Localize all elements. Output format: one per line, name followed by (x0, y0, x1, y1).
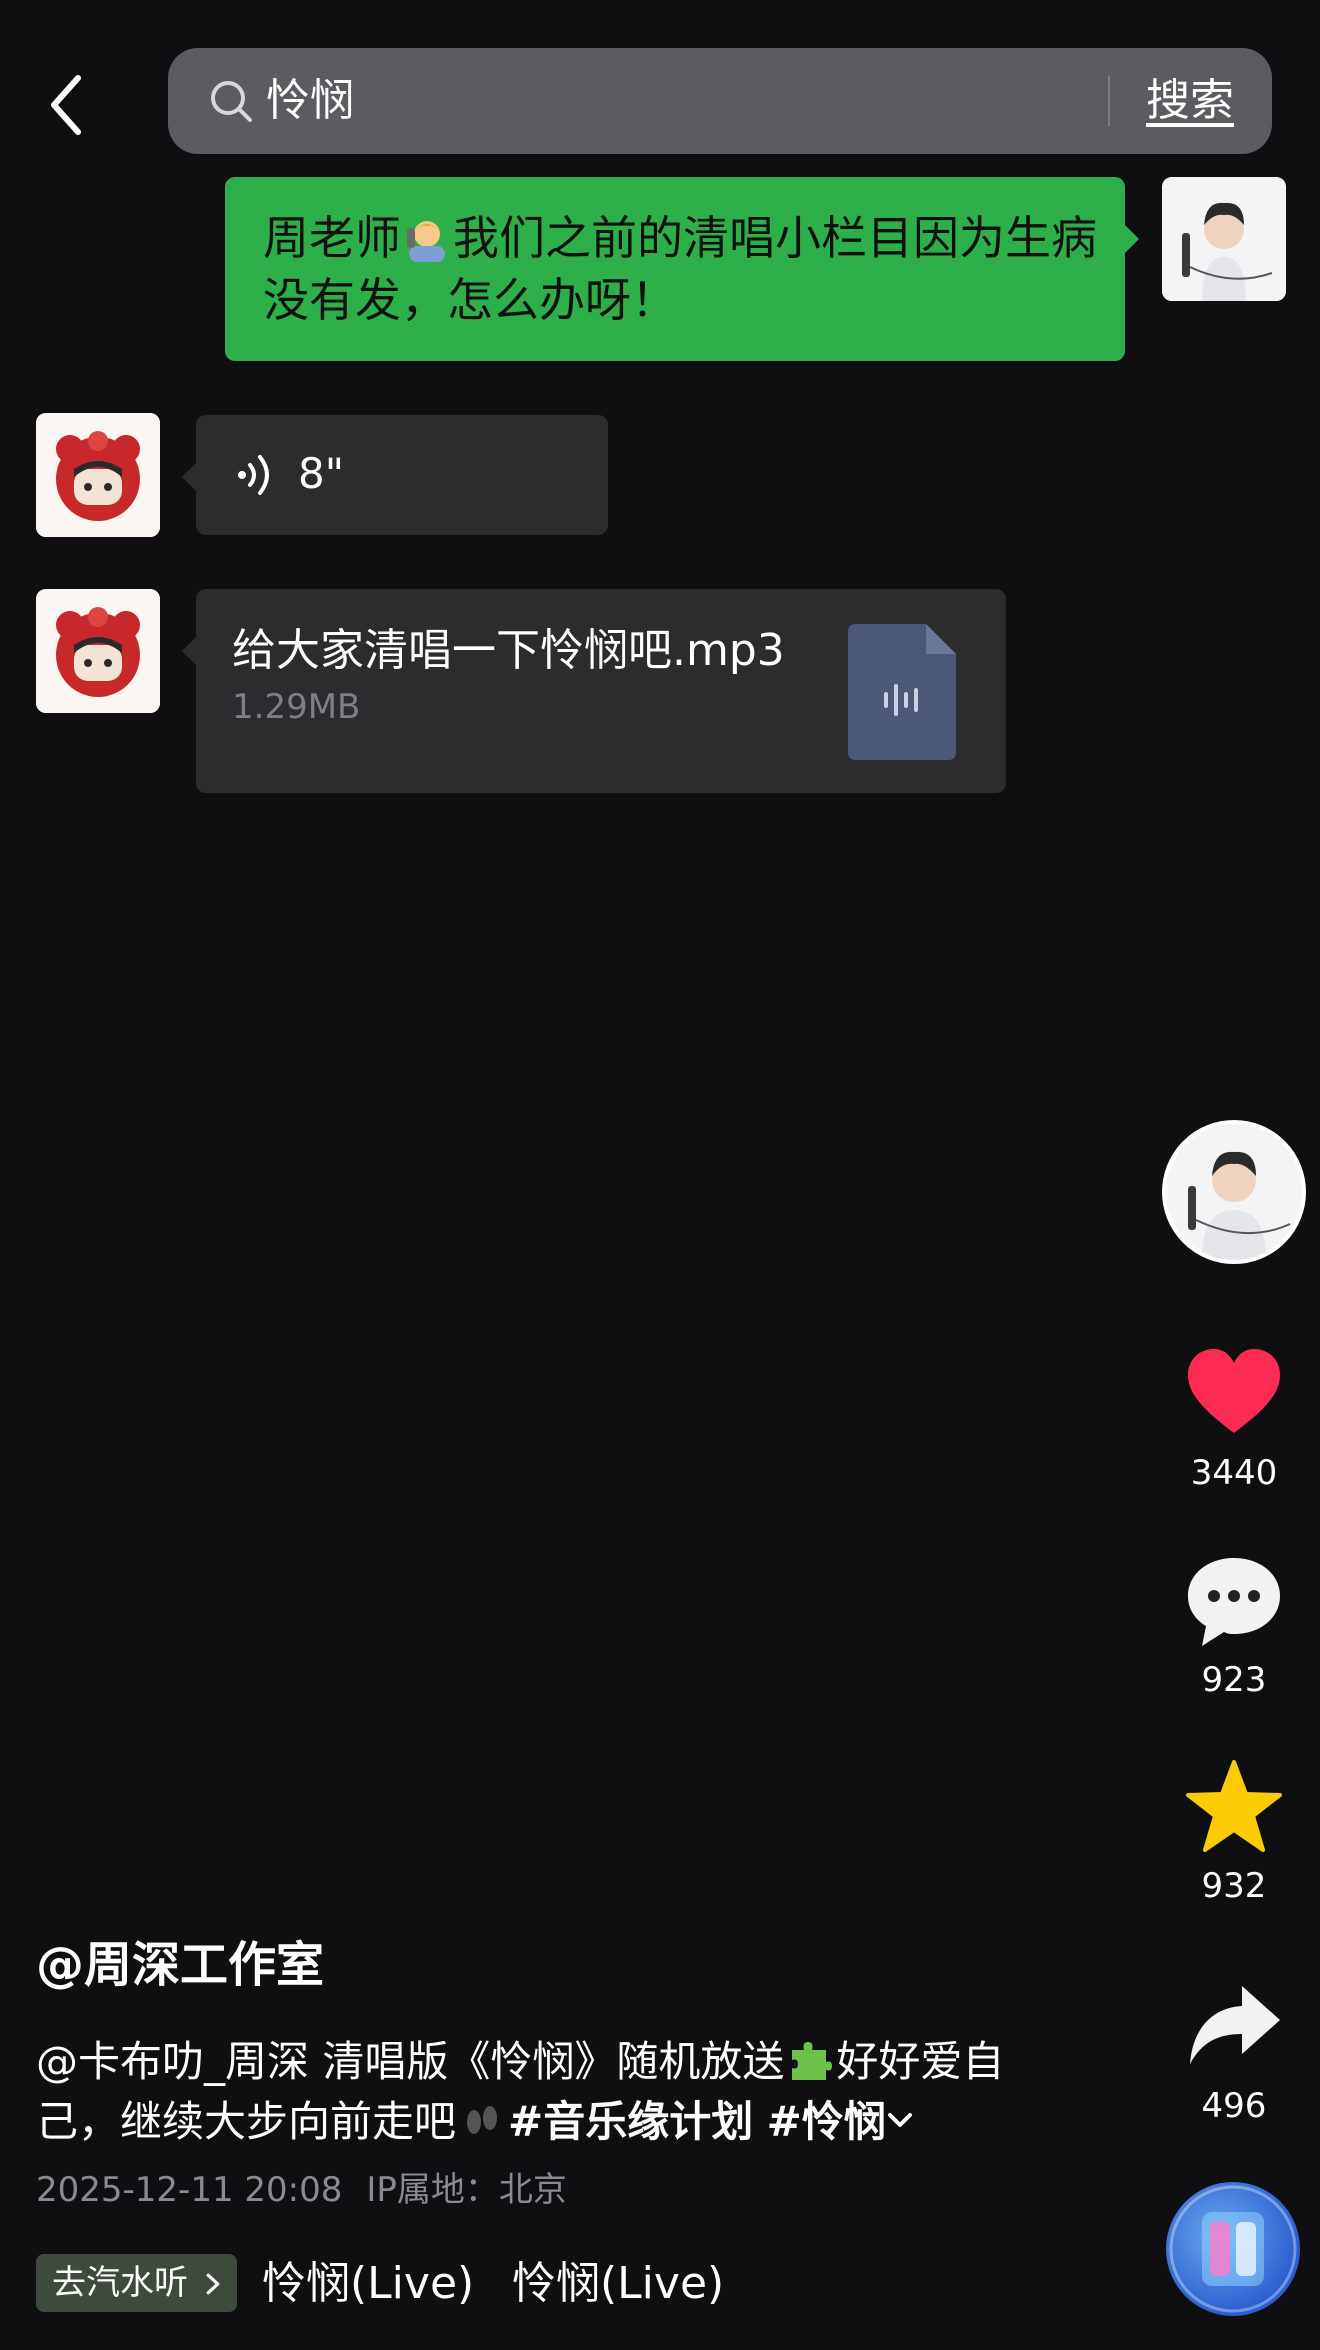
soda-button-label: 去汽水听 (52, 2263, 188, 2303)
song-link-1[interactable]: 怜悯(Live) (262, 2254, 474, 2314)
share-icon (1190, 1986, 1280, 2064)
audio-file-icon (848, 624, 956, 760)
chevron-down-icon[interactable] (886, 2106, 914, 2134)
person-emoji-icon (407, 221, 445, 262)
hashtag-song[interactable]: #怜悯 (767, 2097, 886, 2146)
footprints-emoji-icon (467, 2106, 498, 2134)
ip-location: IP属地：北京 (366, 2170, 567, 2210)
caption-text: @卡布叻_周深 清唱版《怜悯》随机放送 (36, 2037, 785, 2086)
music-disc-icon (1169, 2185, 1297, 2313)
share-count: 496 (1201, 2086, 1267, 2126)
search-input[interactable]: 怜悯 (266, 74, 354, 128)
search-button[interactable]: 搜索 (1146, 72, 1234, 130)
like-button[interactable]: 3440 (1172, 1345, 1296, 1495)
cartoon-avatar-icon (36, 413, 160, 537)
post-meta: 2025-12-11 20:08 IP属地：北京 (36, 2168, 567, 2212)
file-name: 给大家清唱一下怜悯吧.mp3 (232, 625, 785, 676)
star-icon (1186, 1760, 1282, 1852)
file-message-bubble[interactable]: 给大家清唱一下怜悯吧.mp3 1.29MB (182, 589, 1006, 793)
voice-wave-icon (238, 455, 269, 495)
search-divider (1108, 76, 1110, 126)
puzzle-emoji-icon (792, 2042, 833, 2080)
search-bar[interactable]: 怜悯 搜索 (168, 48, 1272, 154)
outgoing-message-prefix: 周老师 (263, 211, 401, 265)
file-size: 1.29MB (232, 687, 361, 727)
share-button[interactable]: 496 (1172, 1978, 1296, 2128)
song-link-2[interactable]: 怜悯(Live) (512, 2254, 724, 2314)
post-caption: @卡布叻_周深 清唱版《怜悯》随机放送 好好爱自己，继续大步向前走吧 #音乐缘计… (36, 2032, 1036, 2152)
cartoon-avatar-icon (36, 589, 160, 713)
listen-on-soda-button[interactable]: 去汽水听 (36, 2254, 237, 2312)
contact-avatar[interactable] (36, 413, 160, 537)
chevron-right-icon (206, 2273, 220, 2295)
author-name[interactable]: @周深工作室 (36, 1935, 324, 1995)
voice-message-bubble[interactable]: 8" (182, 415, 608, 535)
my-avatar[interactable] (1162, 177, 1286, 301)
comment-icon (1188, 1558, 1280, 1646)
creator-avatar[interactable] (1162, 1120, 1306, 1264)
back-arrow-icon (51, 75, 81, 135)
back-button[interactable] (40, 70, 100, 140)
favorite-button[interactable]: 932 (1172, 1758, 1296, 1908)
person-avatar-icon (1166, 1124, 1302, 1260)
post-date: 2025-12-11 20:08 (36, 2170, 343, 2210)
outgoing-message-text: 周老师 我们之前的清唱小栏目因为生病没有发，怎么办呀！ (263, 207, 1103, 331)
comment-button[interactable]: 923 (1172, 1552, 1296, 1702)
voice-duration: 8" (298, 449, 345, 498)
outgoing-message-bubble: 周老师 我们之前的清唱小栏目因为生病没有发，怎么办呀！ (225, 177, 1139, 361)
music-disc[interactable] (1166, 2182, 1300, 2316)
contact-avatar[interactable] (36, 589, 160, 713)
favorite-count: 932 (1201, 1866, 1267, 1906)
comment-count: 923 (1201, 1660, 1267, 1700)
hashtag-music[interactable]: #音乐缘计划 (508, 2097, 753, 2146)
like-count: 3440 (1190, 1453, 1278, 1493)
search-icon (211, 81, 252, 122)
person-avatar-icon (1162, 177, 1286, 301)
heart-icon (1188, 1349, 1280, 1433)
